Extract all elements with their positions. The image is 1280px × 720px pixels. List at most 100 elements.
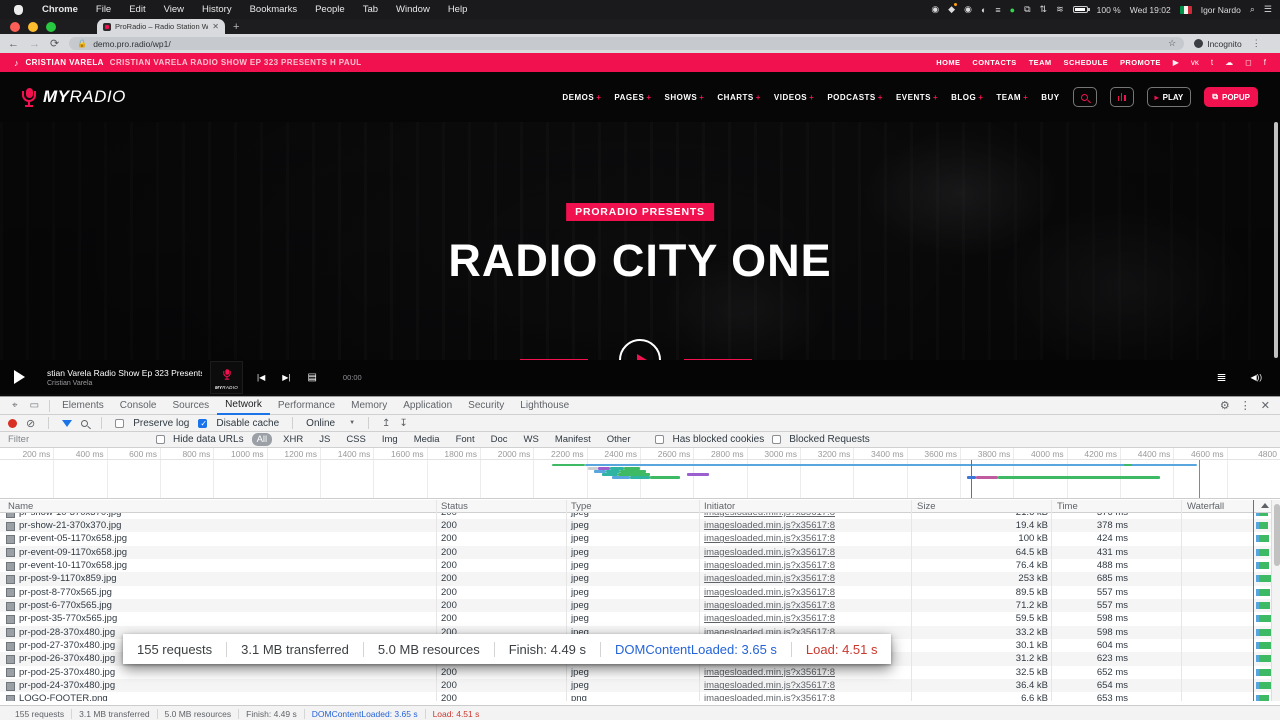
preserve-log-checkbox[interactable] — [115, 419, 124, 428]
column-divider[interactable] — [699, 500, 700, 701]
topbar-link-team[interactable]: TEAM — [1029, 58, 1052, 67]
address-bar[interactable]: 🔒 demo.pro.radio/wp1/ ☆ — [69, 37, 1184, 50]
request-name[interactable]: pr-event-05-1170x658.jpg — [19, 533, 127, 544]
filter-pill-ws[interactable]: WS — [519, 433, 544, 446]
spotlight-icon[interactable]: ⌕ — [1250, 4, 1255, 15]
topbar-link-schedule[interactable]: SCHEDULE — [1064, 58, 1108, 67]
devtools-tab-application[interactable]: Application — [395, 397, 460, 415]
request-name[interactable]: pr-event-10-1170x658.jpg — [19, 560, 127, 571]
chrome-menu-icon[interactable]: ⋮ — [1252, 38, 1261, 49]
column-divider[interactable] — [436, 500, 437, 701]
table-row[interactable]: pr-post-8-770x565.jpg200jpegimagesloaded… — [0, 586, 1280, 599]
site-logo[interactable]: MYRADIO — [22, 87, 126, 107]
table-row[interactable]: pr-post-9-1170x859.jpg200jpegimagesloade… — [0, 572, 1280, 585]
blocked-requests-label[interactable]: Blocked Requests — [789, 434, 870, 445]
topbar-link-promote[interactable]: PROMOTE — [1120, 58, 1161, 67]
lock-icon[interactable]: 🔒 — [77, 39, 87, 48]
display-icon[interactable]: ⧉ — [1024, 4, 1030, 15]
forward-button[interactable]: → — [29, 38, 40, 50]
table-row[interactable]: LOGO-FOOTER.png200pngimagesloaded.min.js… — [0, 692, 1280, 701]
request-name[interactable]: pr-pod-27-370x480.jpg — [19, 640, 115, 651]
filter-pill-css[interactable]: CSS — [341, 433, 371, 446]
green-status-icon[interactable]: ● — [1010, 5, 1015, 15]
nav-item-demos[interactable]: DEMOS+ — [562, 93, 601, 102]
devtools-tab-sources[interactable]: Sources — [164, 397, 217, 415]
hide-data-urls-label[interactable]: Hide data URLs — [173, 434, 244, 445]
nav-item-videos[interactable]: VIDEOS+ — [774, 93, 814, 102]
inspect-element-icon[interactable]: ⌖ — [6, 400, 24, 411]
url-text[interactable]: demo.pro.radio/wp1/ — [93, 39, 171, 49]
facebook-icon[interactable]: f — [1264, 58, 1266, 67]
devtools-tab-elements[interactable]: Elements — [54, 397, 112, 415]
request-initiator-link[interactable]: imagesloaded.min.js?x35617:8 — [704, 547, 835, 558]
devtools-tab-network[interactable]: Network — [217, 397, 270, 415]
column-divider[interactable] — [1051, 500, 1052, 701]
filter-input[interactable] — [8, 434, 148, 445]
filter-pill-all[interactable]: All — [252, 433, 273, 446]
header-playlist-button[interactable] — [1110, 87, 1134, 107]
table-row[interactable]: pr-post-35-770x565.jpg200jpegimagesloade… — [0, 612, 1280, 625]
menubar-user[interactable]: Igor Nardo — [1201, 5, 1241, 15]
sort-ascending-icon[interactable] — [1261, 503, 1269, 508]
menubar-item-bookmarks[interactable]: Bookmarks — [241, 4, 307, 15]
request-initiator-link[interactable]: imagesloaded.min.js?x35617:8 — [704, 600, 835, 611]
new-tab-button[interactable]: + — [233, 21, 239, 33]
filter-funnel-icon[interactable] — [62, 420, 72, 427]
request-name[interactable]: pr-pod-25-370x480.jpg — [19, 667, 115, 678]
table-row[interactable]: pr-event-10-1170x658.jpg200jpegimagesloa… — [0, 559, 1280, 572]
devtools-tab-lighthouse[interactable]: Lighthouse — [512, 397, 577, 415]
table-row[interactable]: pr-pod-24-370x480.jpg200jpegimagesloaded… — [0, 679, 1280, 692]
browser-tab[interactable]: ProRadio – Radio Station Wor ✕ — [97, 19, 225, 34]
menubar-item-edit[interactable]: Edit — [120, 4, 154, 15]
header-popup-button[interactable]: ⧉POPUP — [1204, 87, 1258, 107]
menubar-item-chrome[interactable]: Chrome — [33, 4, 87, 15]
menubar-item-tab[interactable]: Tab — [354, 4, 387, 15]
wifi-icon[interactable]: ≋ — [1056, 4, 1064, 15]
devtools-close-icon[interactable]: ✕ — [1261, 399, 1270, 412]
table-row[interactable]: pr-show-21-370x370.jpg200jpegimagesloade… — [0, 519, 1280, 532]
hide-data-urls-checkbox[interactable] — [156, 435, 165, 444]
request-initiator-link[interactable]: imagesloaded.min.js?x35617:8 — [704, 667, 835, 678]
updown-icon[interactable]: ⇅ — [1040, 4, 1048, 15]
nav-item-charts[interactable]: CHARTS+ — [717, 93, 761, 102]
notification-bell-icon[interactable]: ◆ — [948, 4, 955, 15]
nav-item-podcasts[interactable]: PODCASTS+ — [827, 93, 883, 102]
col-status[interactable]: Status — [441, 501, 468, 512]
column-divider[interactable] — [1181, 500, 1182, 701]
has-blocked-cookies-label[interactable]: Has blocked cookies — [672, 434, 764, 445]
camera-icon[interactable]: ◉ — [931, 4, 939, 15]
request-name[interactable]: pr-post-8-770x565.jpg — [19, 587, 112, 598]
request-initiator-link[interactable]: imagesloaded.min.js?x35617:8 — [704, 520, 835, 531]
player-next-button[interactable]: ▶| — [282, 373, 290, 382]
filter-pill-js[interactable]: JS — [314, 433, 335, 446]
table-scrollbar[interactable] — [1271, 500, 1280, 701]
menubar-item-help[interactable]: Help — [439, 4, 477, 15]
devtools-tab-memory[interactable]: Memory — [343, 397, 395, 415]
nav-item-buy[interactable]: BUY — [1041, 93, 1059, 102]
col-initiator[interactable]: Initiator — [704, 501, 735, 512]
col-waterfall[interactable]: Waterfall — [1187, 501, 1224, 512]
disable-cache-checkbox[interactable] — [198, 419, 207, 428]
nav-item-events[interactable]: EVENTS+ — [896, 93, 938, 102]
import-har-icon[interactable]: ↥ — [382, 418, 390, 429]
header-search-button[interactable] — [1073, 87, 1097, 107]
devtools-settings-icon[interactable]: ⚙ — [1220, 399, 1230, 412]
request-initiator-link[interactable]: imagesloaded.min.js?x35617:8 — [704, 573, 835, 584]
table-row[interactable]: pr-pod-25-370x480.jpg200jpegimagesloaded… — [0, 666, 1280, 679]
page-scrollbar[interactable] — [1274, 122, 1278, 358]
has-blocked-cookies-checkbox[interactable] — [655, 435, 664, 444]
header-play-button[interactable]: ▸PLAY — [1147, 87, 1192, 107]
nav-item-team[interactable]: TEAM+ — [996, 93, 1028, 102]
filter-pill-other[interactable]: Other — [602, 433, 636, 446]
youtube-icon[interactable]: ▶ — [1173, 58, 1179, 67]
menubar-item-file[interactable]: File — [87, 4, 120, 15]
request-initiator-link[interactable]: imagesloaded.min.js?x35617:8 — [704, 587, 835, 598]
tab-close-icon[interactable]: ✕ — [212, 22, 219, 31]
request-name[interactable]: pr-show-10-370x370.jpg — [19, 513, 121, 518]
devtools-tab-security[interactable]: Security — [460, 397, 512, 415]
request-name[interactable]: pr-event-09-1170x658.jpg — [19, 547, 127, 558]
request-name[interactable]: pr-pod-24-370x480.jpg — [19, 680, 115, 691]
bookmark-star-icon[interactable]: ☆ — [1168, 38, 1176, 49]
nav-item-blog[interactable]: BLOG+ — [951, 93, 983, 102]
col-size[interactable]: Size — [917, 501, 935, 512]
